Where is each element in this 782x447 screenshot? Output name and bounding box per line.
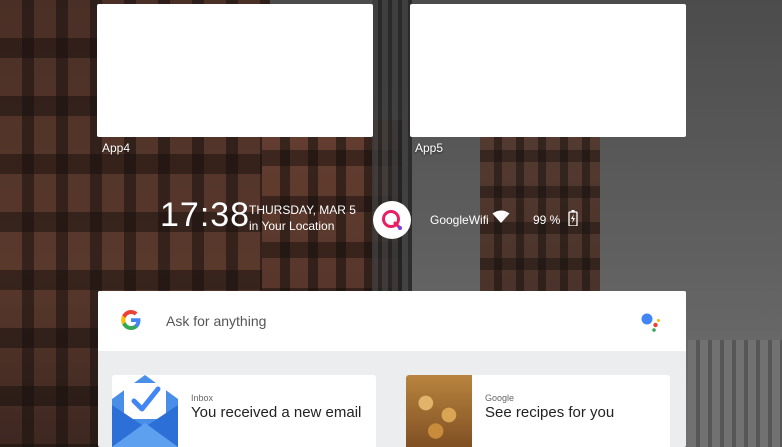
- date-text: THURSDAY, MAR 5: [249, 203, 356, 217]
- inbox-card-source: Inbox: [191, 393, 214, 403]
- clock: 17:38: [160, 196, 251, 234]
- google-g-icon: [120, 309, 142, 336]
- recipes-card-source: Google: [485, 393, 515, 403]
- google-assistant-icon[interactable]: [639, 311, 663, 338]
- recipes-card-title: See recipes for you: [485, 404, 615, 421]
- recipe-food-image: [406, 375, 472, 447]
- wifi-icon: [492, 210, 510, 229]
- wifi-name: GoogleWifi: [430, 213, 489, 227]
- search-feed-panel: Ask for anything Inbox You received a ne…: [98, 291, 686, 447]
- app5-widget[interactable]: [410, 4, 686, 137]
- recipes-card[interactable]: Google See recipes for you: [406, 375, 670, 447]
- search-bar[interactable]: Ask for anything: [98, 291, 686, 351]
- app4-widget[interactable]: [97, 4, 373, 137]
- battery-percent: 99 %: [533, 213, 561, 227]
- inbox-envelope-icon: [112, 375, 178, 447]
- search-placeholder[interactable]: Ask for anything: [166, 313, 266, 329]
- launcher-logo-icon[interactable]: [373, 201, 411, 239]
- battery-charging-icon: [568, 210, 578, 231]
- app4-label: App4: [102, 141, 131, 155]
- app5-label: App5: [415, 141, 444, 155]
- inbox-card-title: You received a new email: [191, 404, 362, 421]
- location-text: in Your Location: [249, 219, 335, 233]
- inbox-card[interactable]: Inbox You received a new email: [112, 375, 376, 447]
